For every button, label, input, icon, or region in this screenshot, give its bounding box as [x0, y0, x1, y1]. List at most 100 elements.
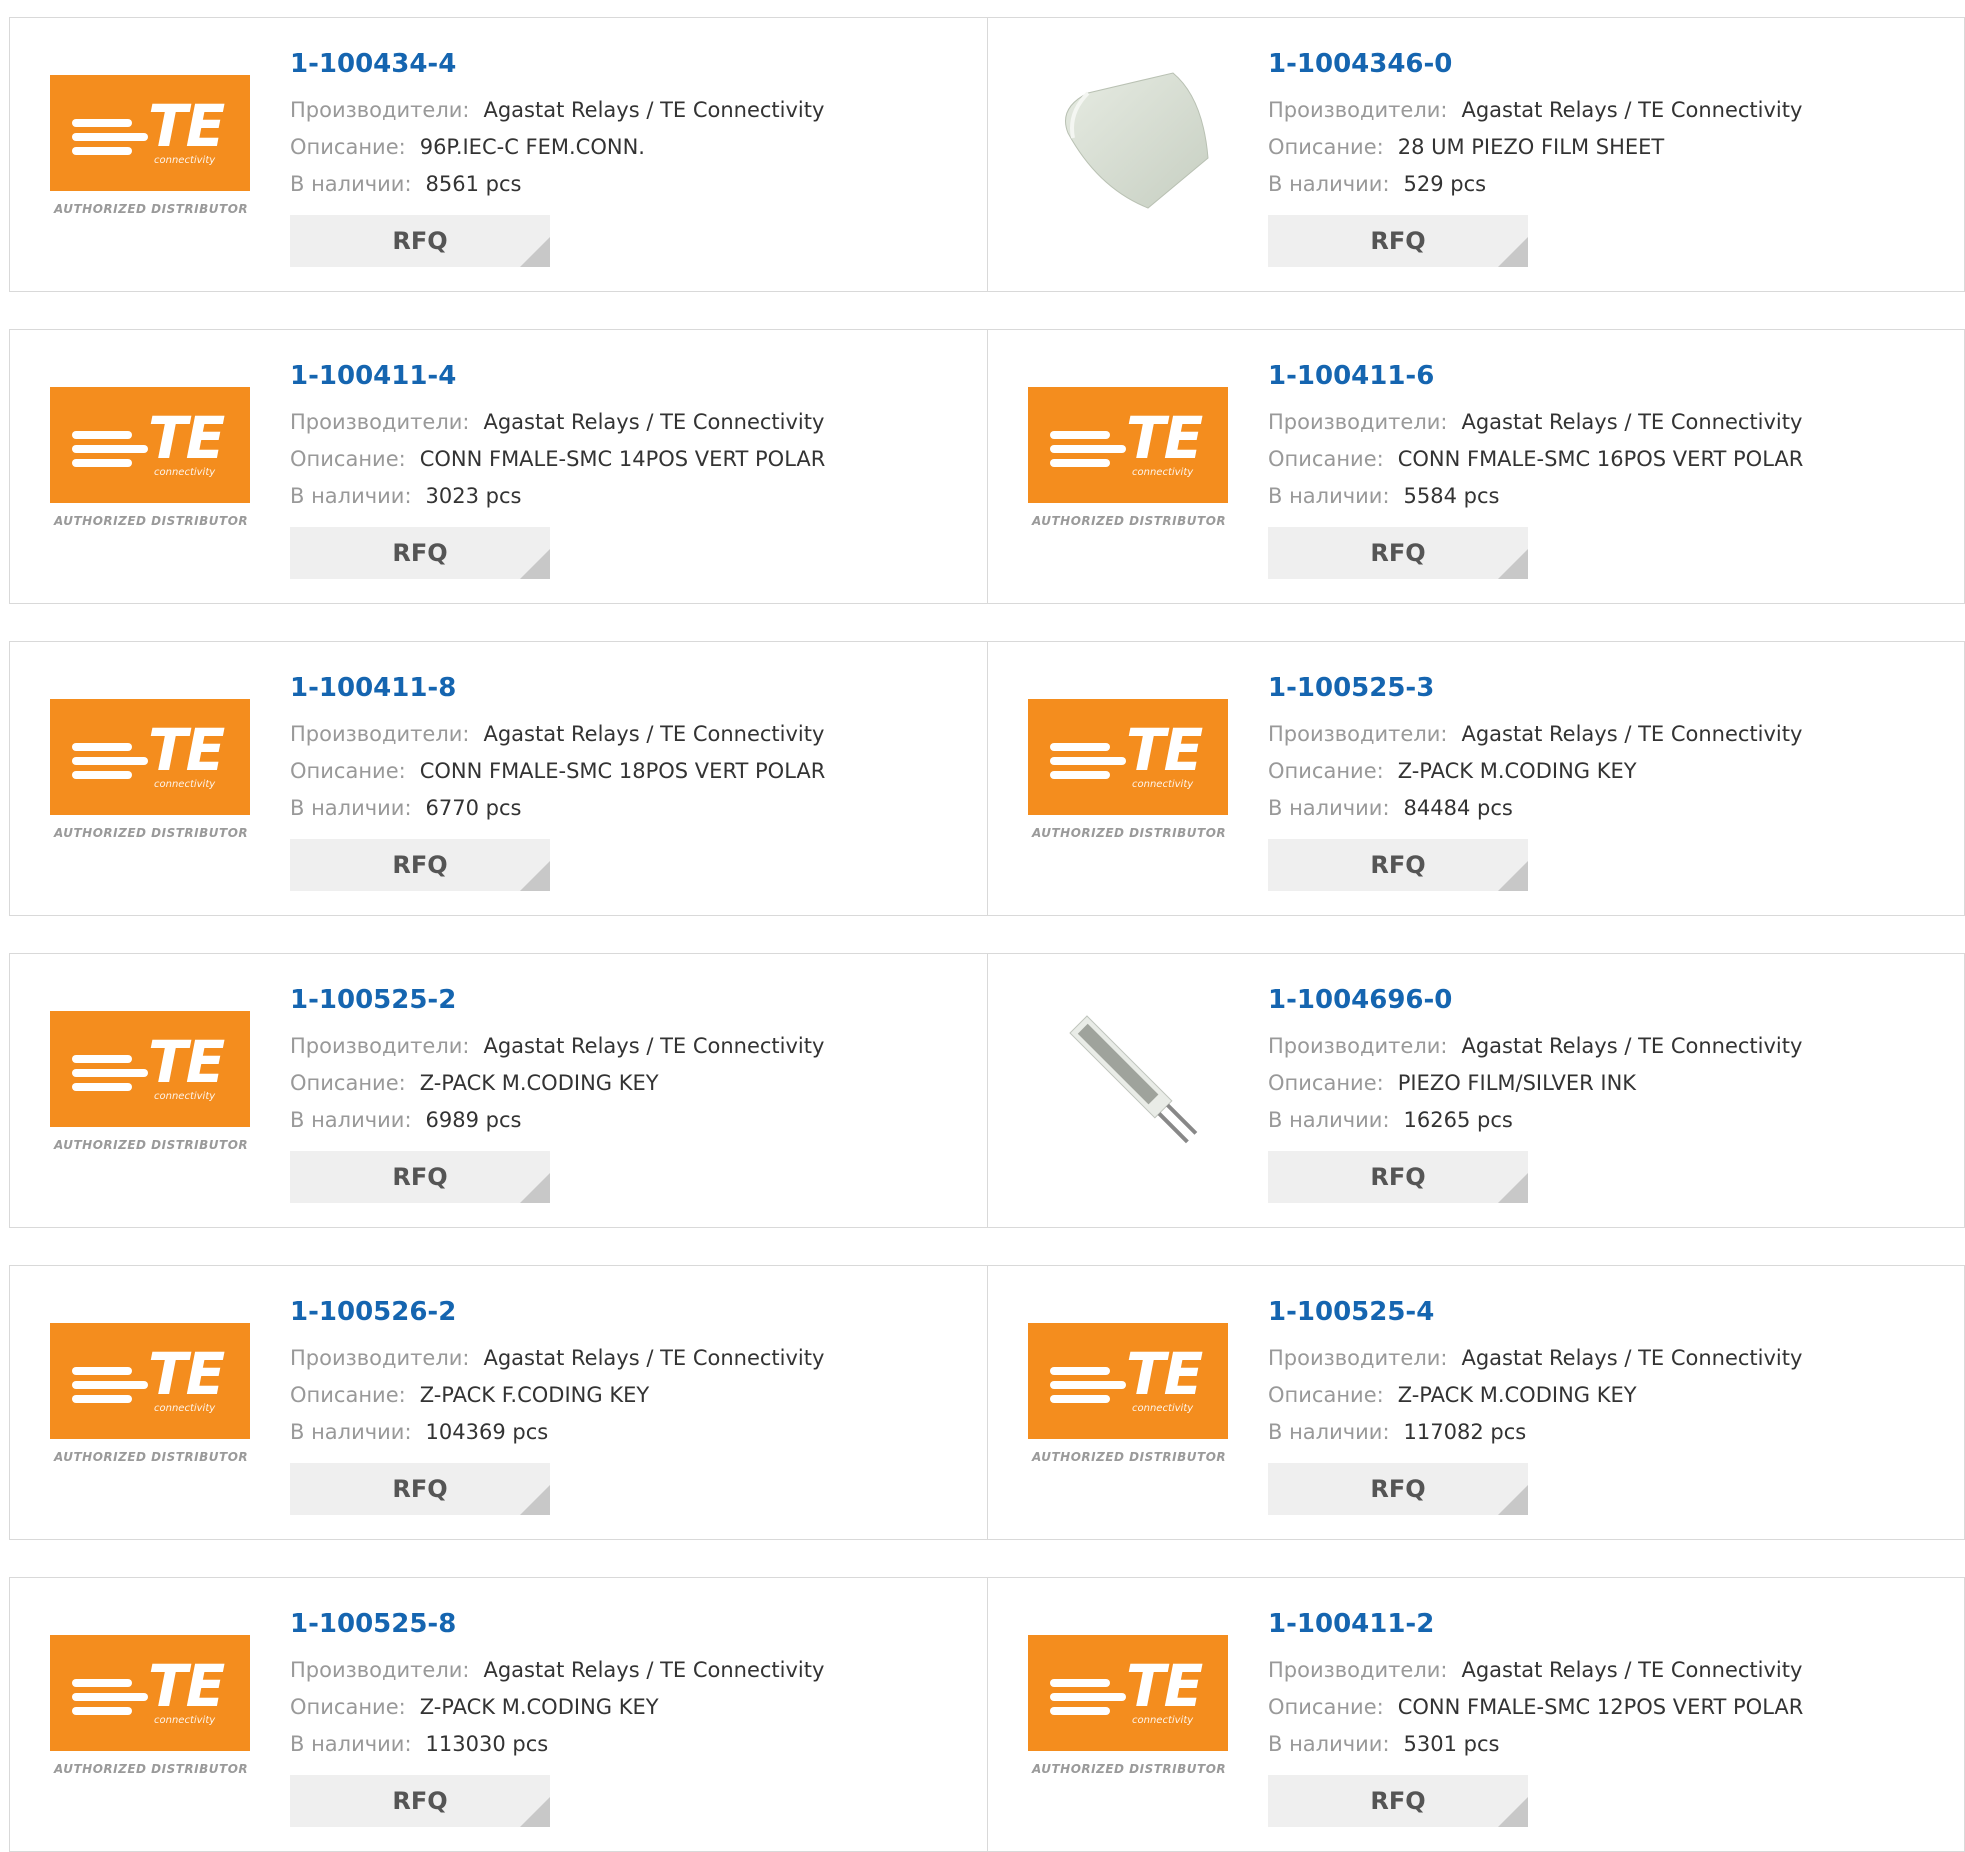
stock-label: В наличии: [290, 172, 412, 196]
stock-value: 5584 pcs [1403, 484, 1500, 508]
stock-label: В наличии: [290, 1732, 412, 1756]
product-image[interactable] [1028, 38, 1228, 209]
product-info: 1-1004696-0 Производители: Agastat Relays … [1268, 984, 1802, 1203]
description-value: CONN FMALE-SMC 12POS VERT POLAR [1397, 1695, 1804, 1719]
product-image[interactable] [1028, 974, 1228, 1144]
part-number-link[interactable]: 1-1004696-0 [1268, 984, 1802, 1016]
manufacturer-value: Agastat Relays / TE Connectivity [483, 722, 825, 746]
manufacturer-line: Производители: Agastat Relays / TE Connec… [290, 92, 824, 129]
stock-line: В наличии: 5584 pcs [1268, 478, 1803, 515]
product-image[interactable]: TE connectivity AUTHORIZED DISTRIBUTOR [50, 1634, 250, 1795]
rfq-button[interactable]: RFQ [1268, 839, 1528, 891]
product-card: TE connectivity AUTHORIZED DISTRIBUTOR 1… [10, 954, 987, 1227]
te-connectivity-logo: TE connectivity AUTHORIZED DISTRIBUTOR [50, 386, 250, 547]
manufacturer-value: Agastat Relays / TE Connectivity [1461, 1658, 1803, 1682]
part-number-link[interactable]: 1-1004346-0 [1268, 48, 1802, 80]
product-image[interactable]: TE connectivity AUTHORIZED DISTRIBUTOR [50, 698, 250, 859]
product-image[interactable]: TE connectivity AUTHORIZED DISTRIBUTOR [50, 1322, 250, 1483]
product-card: TE connectivity AUTHORIZED DISTRIBUTOR 1… [987, 1578, 1964, 1851]
manufacturer-line: Производители: Agastat Relays / TE Connec… [1268, 716, 1802, 753]
piezo-strip-photo [1069, 1015, 1198, 1144]
piezo-film-sheet-photo [1065, 72, 1209, 209]
manufacturer-value: Agastat Relays / TE Connectivity [1461, 1346, 1803, 1370]
description-line: Описание: PIEZO FILM/SILVER INK [1268, 1065, 1802, 1102]
stock-label: В наличии: [290, 1420, 412, 1444]
product-image[interactable]: TE connectivity AUTHORIZED DISTRIBUTOR [50, 1010, 250, 1171]
product-row: TE connectivity AUTHORIZED DISTRIBUTOR 1… [9, 17, 1965, 292]
stock-value: 8561 pcs [425, 172, 522, 196]
product-info: 1-100526-2 Производители: Agastat Relays /… [290, 1296, 824, 1515]
description-line: Описание: Z-PACK M.CODING KEY [1268, 753, 1802, 790]
product-image[interactable]: TE connectivity AUTHORIZED DISTRIBUTOR [50, 386, 250, 547]
product-info: 1-100525-3 Производители: Agastat Relays /… [1268, 672, 1802, 891]
product-card: TE connectivity AUTHORIZED DISTRIBUTOR 1… [10, 642, 987, 915]
rfq-button[interactable]: RFQ [1268, 1463, 1528, 1515]
stock-line: В наличии: 6989 pcs [290, 1102, 824, 1139]
part-number-link[interactable]: 1-100525-8 [290, 1608, 824, 1640]
description-label: Описание: [1268, 759, 1384, 783]
manufacturer-value: Agastat Relays / TE Connectivity [483, 1658, 825, 1682]
rfq-button[interactable]: RFQ [290, 1463, 550, 1515]
te-connectivity-logo: TE connectivity AUTHORIZED DISTRIBUTOR [50, 1010, 250, 1171]
product-info: 1-100525-8 Производители: Agastat Relays /… [290, 1608, 824, 1827]
te-connectivity-logo: TE connectivity AUTHORIZED DISTRIBUTOR [1028, 386, 1228, 547]
te-connectivity-logo: TE connectivity AUTHORIZED DISTRIBUTOR [1028, 1634, 1228, 1795]
manufacturer-label: Производители: [290, 410, 470, 434]
product-image[interactable]: TE connectivity AUTHORIZED DISTRIBUTOR [50, 74, 250, 235]
product-card: 1-1004346-0 Производители: Agastat Relays … [987, 18, 1964, 291]
rfq-button[interactable]: RFQ [1268, 1151, 1528, 1203]
stock-value: 117082 pcs [1403, 1420, 1527, 1444]
description-value: 28 UM PIEZO FILM SHEET [1397, 135, 1665, 159]
part-number-link[interactable]: 1-100411-2 [1268, 1608, 1803, 1640]
stock-line: В наличии: 16265 pcs [1268, 1102, 1802, 1139]
product-info: 1-100411-2 Производители: Agastat Relays /… [1268, 1608, 1803, 1827]
part-number-link[interactable]: 1-100525-3 [1268, 672, 1802, 704]
stock-label: В наличии: [1268, 484, 1390, 508]
product-card: TE connectivity AUTHORIZED DISTRIBUTOR 1… [10, 1266, 987, 1539]
rfq-button[interactable]: RFQ [290, 1151, 550, 1203]
product-image[interactable]: TE connectivity AUTHORIZED DISTRIBUTOR [1028, 1634, 1228, 1795]
te-connectivity-logo: TE connectivity AUTHORIZED DISTRIBUTOR [50, 74, 250, 235]
description-value: 96P.IEC-C FEM.CONN. [419, 135, 645, 159]
description-label: Описание: [290, 135, 406, 159]
te-connectivity-logo: TE connectivity AUTHORIZED DISTRIBUTOR [50, 698, 250, 859]
description-value: CONN FMALE-SMC 18POS VERT POLAR [419, 759, 826, 783]
rfq-button[interactable]: RFQ [1268, 527, 1528, 579]
stock-label: В наличии: [290, 484, 412, 508]
part-number-link[interactable]: 1-100411-6 [1268, 360, 1803, 392]
product-image[interactable]: TE connectivity AUTHORIZED DISTRIBUTOR [1028, 1322, 1228, 1483]
manufacturer-line: Производители: Agastat Relays / TE Connec… [290, 1340, 824, 1377]
product-image[interactable]: TE connectivity AUTHORIZED DISTRIBUTOR [1028, 698, 1228, 859]
rfq-button[interactable]: RFQ [1268, 1775, 1528, 1827]
description-value: Z-PACK M.CODING KEY [1397, 1383, 1637, 1407]
description-label: Описание: [1268, 1383, 1384, 1407]
manufacturer-line: Производители: Agastat Relays / TE Connec… [1268, 1028, 1802, 1065]
stock-value: 3023 pcs [425, 484, 522, 508]
manufacturer-line: Производители: Agastat Relays / TE Connec… [1268, 92, 1802, 129]
description-label: Описание: [290, 447, 406, 471]
rfq-button[interactable]: RFQ [1268, 215, 1528, 267]
part-number-link[interactable]: 1-100411-4 [290, 360, 825, 392]
product-info: 1-100525-4 Производители: Agastat Relays /… [1268, 1296, 1802, 1515]
part-number-link[interactable]: 1-100411-8 [290, 672, 825, 704]
product-info: 1-100411-4 Производители: Agastat Relays /… [290, 360, 825, 579]
rfq-button[interactable]: RFQ [290, 1775, 550, 1827]
product-grid: TE connectivity AUTHORIZED DISTRIBUTOR 1… [9, 17, 1965, 1852]
part-number-link[interactable]: 1-100434-4 [290, 48, 824, 80]
product-image[interactable]: TE connectivity AUTHORIZED DISTRIBUTOR [1028, 386, 1228, 547]
stock-value: 5301 pcs [1403, 1732, 1500, 1756]
manufacturer-label: Производители: [1268, 410, 1448, 434]
stock-label: В наличии: [1268, 1732, 1390, 1756]
part-number-link[interactable]: 1-100525-2 [290, 984, 824, 1016]
description-label: Описание: [290, 1383, 406, 1407]
description-line: Описание: 96P.IEC-C FEM.CONN. [290, 129, 824, 166]
description-label: Описание: [1268, 135, 1384, 159]
rfq-button[interactable]: RFQ [290, 839, 550, 891]
manufacturer-label: Производители: [1268, 98, 1448, 122]
stock-label: В наличии: [290, 1108, 412, 1132]
part-number-link[interactable]: 1-100526-2 [290, 1296, 824, 1328]
description-value: Z-PACK M.CODING KEY [419, 1695, 659, 1719]
rfq-button[interactable]: RFQ [290, 527, 550, 579]
rfq-button[interactable]: RFQ [290, 215, 550, 267]
part-number-link[interactable]: 1-100525-4 [1268, 1296, 1802, 1328]
